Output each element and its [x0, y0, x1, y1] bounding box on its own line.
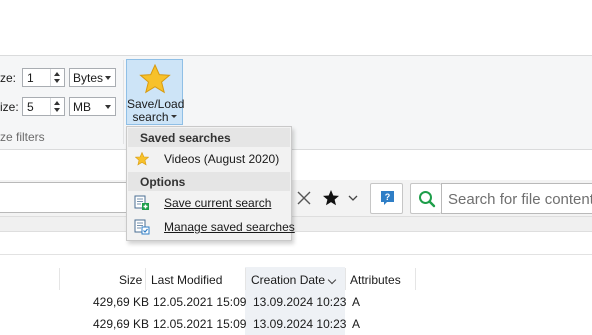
chevron-down-icon — [105, 76, 111, 80]
help-icon: ? — [381, 191, 394, 205]
table-row[interactable]: 429,69 KB 12.05.2021 15:09 13.09.2024 10… — [0, 291, 592, 313]
column-header-creation-date[interactable]: Creation Date — [251, 273, 325, 287]
menu-item-save-current-search[interactable]: Save current search — [128, 192, 290, 214]
search-icon — [419, 191, 436, 208]
saved-searches-star-icon[interactable] — [322, 189, 340, 207]
spinner-arrows[interactable] — [50, 69, 64, 86]
size-min-unit-select[interactable]: Bytes — [69, 68, 116, 87]
content-search-input[interactable]: Search for file content — [441, 183, 592, 214]
cell-size: 429,69 KB — [93, 317, 150, 331]
menu-header-saved-searches: Saved searches — [140, 131, 231, 145]
star-icon — [139, 64, 171, 94]
cell-created: 13.09.2024 10:23 — [253, 295, 347, 309]
cell-attributes: A — [352, 295, 361, 309]
menu-item-label: Save current search — [164, 196, 272, 210]
saved-searches-menu: Saved searches Videos (August 2020) Opti… — [126, 126, 295, 241]
column-header-size[interactable]: Size — [119, 273, 142, 287]
chevron-down-icon[interactable] — [348, 194, 358, 202]
star-icon — [135, 152, 149, 166]
cell-attributes: A — [352, 317, 361, 331]
menu-item-manage-saved-searches[interactable]: Manage saved searches — [128, 216, 295, 238]
column-header-attributes[interactable]: Attributes — [350, 273, 401, 287]
size-max-label: ize: — [0, 100, 19, 114]
size-min-value: 1 — [27, 71, 34, 85]
chevron-down-icon — [105, 105, 111, 109]
cell-modified: 12.05.2021 15:09 — [153, 317, 247, 331]
size-min-unit: Bytes — [73, 71, 104, 85]
save-search-icon — [134, 195, 149, 210]
size-max-unit: MB — [73, 100, 91, 114]
menu-item-label: Manage saved searches — [164, 220, 295, 234]
size-min-label: ze: — [0, 71, 17, 85]
saveload-label-line2: search — [132, 110, 169, 124]
size-max-unit-select[interactable]: MB — [69, 97, 116, 116]
menu-header-options: Options — [140, 175, 186, 189]
size-max-spinner[interactable]: 5 — [22, 97, 65, 116]
cell-modified: 12.05.2021 15:09 — [153, 295, 247, 309]
cell-created: 13.09.2024 10:23 — [253, 317, 347, 331]
save-load-search-button[interactable]: Save/Load search — [126, 59, 184, 125]
svg-text:?: ? — [385, 192, 391, 202]
size-max-value: 5 — [27, 100, 34, 114]
menu-item-label: Videos (August 2020) — [164, 152, 280, 166]
help-button[interactable]: ? — [370, 183, 403, 214]
clear-icon[interactable] — [296, 190, 312, 206]
cell-size: 429,69 KB — [93, 295, 150, 309]
path-bar — [0, 232, 592, 255]
tab-strip — [0, 216, 592, 232]
column-header-last-modified[interactable]: Last Modified — [151, 273, 222, 287]
table-row[interactable]: 429,69 KB 12.05.2021 15:09 13.09.2024 10… — [0, 313, 592, 335]
search-button[interactable] — [410, 183, 441, 214]
manage-searches-icon — [134, 219, 150, 235]
spinner-arrows[interactable] — [50, 98, 64, 115]
menu-item-saved-search[interactable]: Videos (August 2020) — [128, 148, 290, 170]
ribbon-separator — [123, 60, 124, 144]
size-filters-group-label: ze filters — [0, 130, 45, 144]
content-search-placeholder: Search for file content — [448, 191, 592, 208]
size-min-spinner[interactable]: 1 — [22, 68, 65, 87]
dropdown-caret-icon — [171, 115, 177, 118]
